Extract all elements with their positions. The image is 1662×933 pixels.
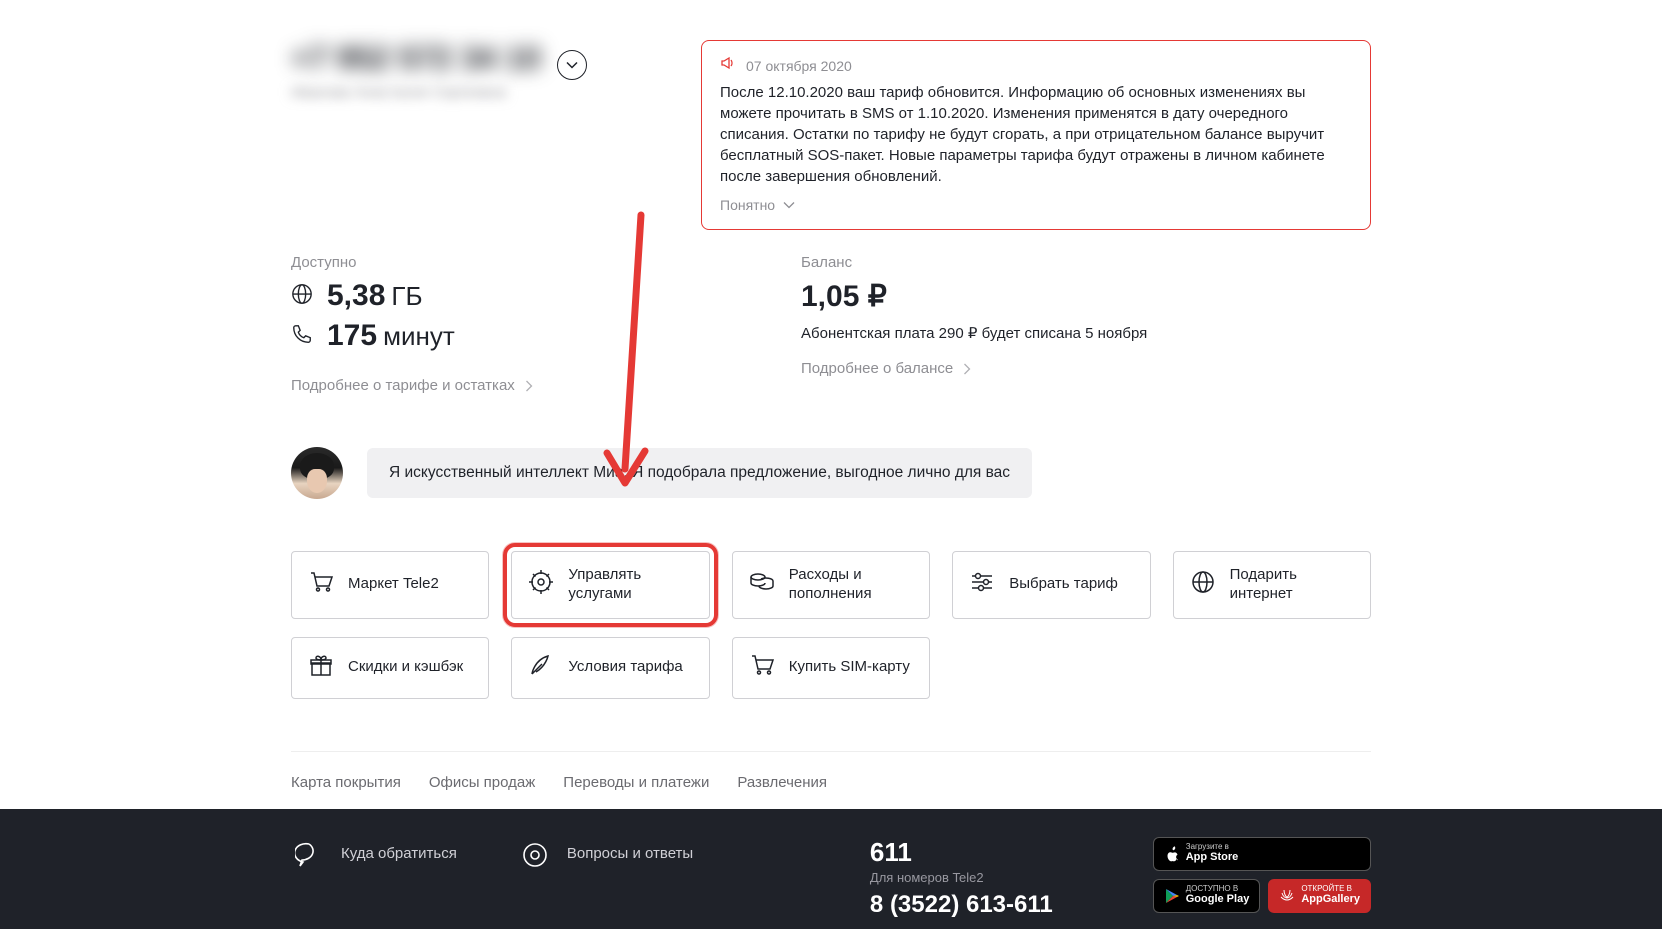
entertainment-link[interactable]: Развлечения <box>737 774 827 791</box>
phone-dropdown-toggle[interactable] <box>557 50 587 80</box>
tile-label: Расходы и пополнения <box>789 566 913 604</box>
mia-suggestion-bubble[interactable]: Я искусственный интеллект Миа. Я подобра… <box>367 448 1032 498</box>
buy-sim-tile[interactable]: Купить SIM-карту <box>732 637 930 699</box>
mia-avatar <box>291 447 343 499</box>
tile-label: Скидки и кэшбэк <box>348 658 463 677</box>
chevron-right-icon <box>963 363 971 375</box>
tariff-details-label: Подробнее о тарифе и остатках <box>291 377 515 394</box>
notice-dismiss-button[interactable]: Понятно <box>720 197 795 213</box>
choose-tariff-tile[interactable]: Выбрать тариф <box>952 551 1150 619</box>
tariff-details-link[interactable]: Подробнее о тарифе и остатках <box>291 377 533 394</box>
phone-handset-icon <box>291 323 313 350</box>
gift-internet-tile[interactable]: Подарить интернет <box>1173 551 1371 619</box>
apple-icon <box>1164 846 1180 862</box>
chevron-down-icon <box>566 61 578 69</box>
support-full-number: 8 (3522) 613-611 <box>870 891 1053 919</box>
globe-gift-icon <box>1190 569 1216 600</box>
minutes-remaining-value: 175минут <box>327 319 455 353</box>
chevron-right-icon <box>525 380 533 392</box>
manage-services-tile[interactable]: Управлять услугами <box>511 551 709 619</box>
coverage-map-link[interactable]: Карта покрытия <box>291 774 401 791</box>
tile-label: Условия тарифа <box>568 658 682 677</box>
balance-label: Баланс <box>801 254 1371 271</box>
googleplay-badge[interactable]: ДОСТУПНО ВGoogle Play <box>1153 879 1261 913</box>
expenses-tile[interactable]: Расходы и пополнения <box>732 551 930 619</box>
balance-charge-note: Абонентская плата 290 ₽ будет списана 5 … <box>801 324 1371 342</box>
market-tile[interactable]: Маркет Tele2 <box>291 551 489 619</box>
sliders-icon <box>969 569 995 600</box>
play-icon <box>1164 888 1180 904</box>
balance-value: 1,05 ₽ <box>801 279 1371 314</box>
gift-box-icon <box>308 652 334 683</box>
cart-icon <box>749 652 775 683</box>
huawei-icon <box>1279 888 1295 904</box>
notice-body: После 12.10.2020 ваш тариф обновится. Ин… <box>720 82 1352 187</box>
balance-details-label: Подробнее о балансе <box>801 360 953 377</box>
tile-label: Выбрать тариф <box>1009 575 1118 594</box>
support-short-sub: Для номеров Tele2 <box>870 870 1053 885</box>
user-phone-number: +7 952 572 34 10 <box>291 40 541 77</box>
remain-label: Доступно <box>291 254 771 271</box>
notice-date: 07 октября 2020 <box>746 58 852 74</box>
feather-icon <box>528 652 554 683</box>
transfers-payments-link[interactable]: Переводы и платежи <box>563 774 709 791</box>
appgallery-badge[interactable]: ОТКРОЙТЕ ВAppGallery <box>1268 879 1371 913</box>
appstore-badge[interactable]: Загрузите вApp Store <box>1153 837 1371 871</box>
target-icon <box>517 837 553 873</box>
data-remaining-value: 5,38ГБ <box>327 279 423 313</box>
user-owner-name: Иванова Анастасия Сергеевна <box>291 84 671 101</box>
support-short-number: 611 <box>870 837 1053 868</box>
tile-label: Подарить интернет <box>1230 566 1354 604</box>
balance-details-link[interactable]: Подробнее о балансе <box>801 360 971 377</box>
helm-wheel-icon <box>528 569 554 600</box>
cashback-tile[interactable]: Скидки и кэшбэк <box>291 637 489 699</box>
tariff-update-notice: 07 октября 2020 После 12.10.2020 ваш тар… <box>701 40 1371 230</box>
megaphone-icon <box>720 55 736 76</box>
sales-offices-link[interactable]: Офисы продаж <box>429 774 535 791</box>
cart-icon <box>308 569 334 600</box>
globe-icon <box>291 283 313 310</box>
contact-us-link[interactable]: Куда обратиться <box>341 837 457 862</box>
tile-label: Маркет Tele2 <box>348 575 439 594</box>
coins-icon <box>749 569 775 600</box>
notice-dismiss-label: Понятно <box>720 197 775 213</box>
tariff-conditions-tile[interactable]: Условия тарифа <box>511 637 709 699</box>
tile-label: Купить SIM-карту <box>789 658 910 677</box>
tile-label: Управлять услугами <box>568 566 692 604</box>
chevron-down-icon <box>783 201 795 209</box>
faq-link[interactable]: Вопросы и ответы <box>567 837 693 862</box>
chat-bubble-icon <box>291 837 327 873</box>
